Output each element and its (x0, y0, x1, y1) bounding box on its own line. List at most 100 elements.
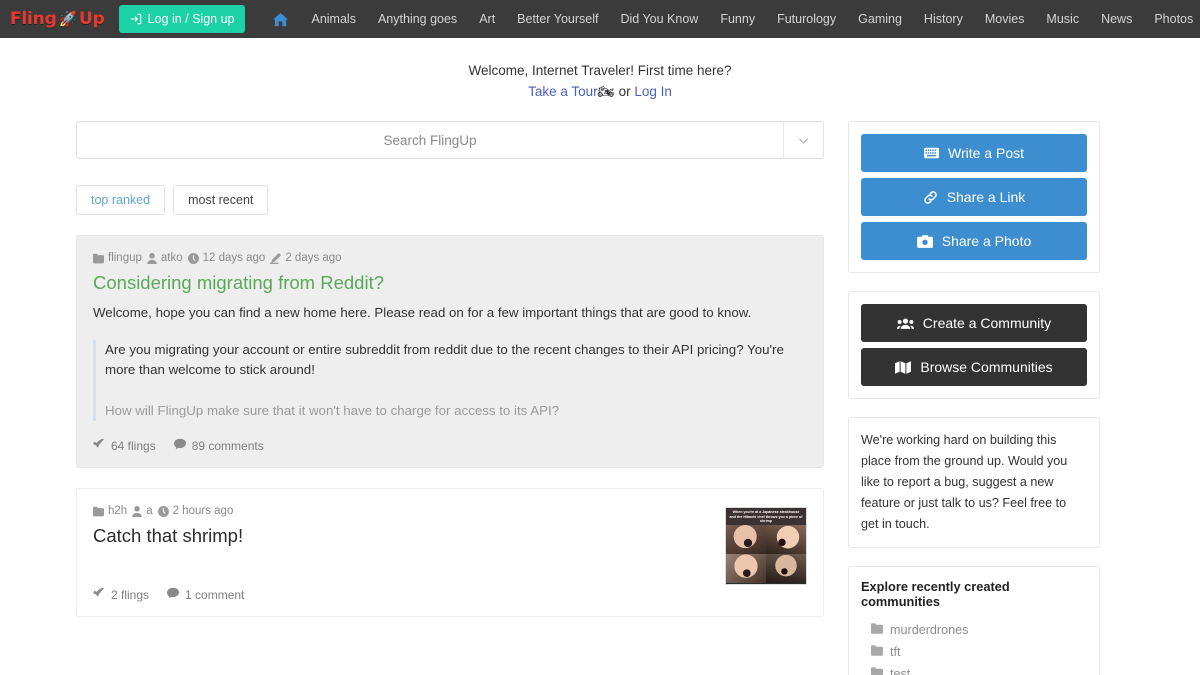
share-a-photo-label: Share a Photo (941, 233, 1032, 249)
browse-communities-button[interactable]: Browse Communities (861, 348, 1087, 386)
community-list-item[interactable]: test (861, 663, 1087, 675)
community-actions-card: Create a Community Browse Communities (848, 291, 1100, 399)
post-flings-label: 64 flings (111, 438, 156, 453)
post-community-label: h2h (108, 505, 128, 517)
post-community[interactable]: flingup (93, 252, 142, 264)
nav-link-anything-goes[interactable]: Anything goes (367, 2, 468, 36)
post-title[interactable]: Catch that shrimp! (93, 525, 807, 547)
community-list-item[interactable]: murderdrones (861, 619, 1087, 641)
welcome-actions: Take a Tour🏍 or Log In (0, 81, 1200, 102)
post-posted-time: 12 days ago (187, 252, 266, 264)
fling-rocket-icon (93, 587, 105, 602)
post-stats: 2 flings 1 comment (93, 587, 807, 602)
rocket-icon: 🚀 (58, 10, 78, 28)
folder-icon (871, 623, 883, 637)
community-list-item[interactable]: tft (861, 641, 1087, 663)
edit-icon (270, 252, 282, 264)
comment-icon (167, 587, 180, 602)
sidebar: Write a Post Share a Link Share a Photo (848, 121, 1100, 675)
home-icon[interactable] (261, 12, 300, 27)
post-title[interactable]: Considering migrating from Reddit? (93, 272, 807, 294)
keyboard-icon (924, 147, 939, 159)
users-icon (896, 317, 914, 330)
post-author[interactable]: a (132, 505, 153, 517)
post-flings-count[interactable]: 2 flings (93, 587, 149, 602)
welcome-login-link[interactable]: Log In (634, 84, 672, 99)
search-input[interactable] (77, 122, 783, 158)
sort-tabs: top ranked most recent (76, 185, 824, 215)
about-blurb: We're working hard on building this plac… (861, 433, 1068, 531)
chevron-down-icon[interactable] (783, 122, 823, 158)
thumbnail-quadrant (766, 524, 806, 554)
write-a-post-label: Write a Post (948, 145, 1024, 161)
post-author[interactable]: atko (147, 252, 183, 264)
nav-link-funny[interactable]: Funny (709, 2, 766, 36)
nav-link-did-you-know[interactable]: Did You Know (609, 2, 709, 36)
thumbnail-image (726, 524, 806, 583)
post-comments-count[interactable]: 1 comment (167, 587, 244, 602)
clock-icon (187, 252, 199, 264)
tab-top-ranked[interactable]: top ranked (76, 185, 166, 215)
post-community[interactable]: h2h (93, 505, 127, 517)
community-name: test (890, 667, 911, 675)
page-body: Welcome, Internet Traveler! First time h… (0, 38, 1200, 675)
nav-link-futurology[interactable]: Futurology (766, 2, 847, 36)
post-community-label: flingup (108, 252, 142, 264)
nav-link-news[interactable]: News (1090, 2, 1143, 36)
thumbnail-quadrant (726, 553, 766, 583)
nav-link-music[interactable]: Music (1035, 2, 1090, 36)
folder-icon (871, 645, 883, 659)
post-posted-time: 2 hours ago (157, 505, 234, 517)
motorcycle-icon: 🏍 (597, 84, 615, 99)
nav-link-history[interactable]: History (913, 2, 974, 36)
write-a-post-button[interactable]: Write a Post (861, 134, 1087, 172)
site-logo[interactable]: Fling 🚀 Up (10, 9, 105, 29)
post-posted-label: 2 hours ago (172, 505, 234, 517)
post-flings-label: 2 flings (111, 587, 150, 602)
take-a-tour-link[interactable]: Take a Tour (528, 84, 598, 99)
post-body: Welcome, hope you can find a new home he… (93, 305, 752, 320)
post-item: flingup atko 12 days ago 2 days ago Cons… (76, 235, 824, 468)
welcome-banner: Welcome, Internet Traveler! First time h… (0, 60, 1200, 102)
post-comments-label: 1 comment (185, 587, 245, 602)
nav-link-gaming[interactable]: Gaming (847, 2, 913, 36)
logo-text-part1: Fling (10, 9, 57, 29)
about-card: We're working hard on building this plac… (848, 417, 1100, 548)
user-icon (132, 505, 142, 517)
post-meta: h2h a 2 hours ago (93, 505, 807, 517)
post-edited-label: 2 days ago (285, 252, 342, 264)
community-name: murderdrones (890, 623, 969, 637)
comment-icon (173, 438, 186, 453)
post-meta: flingup atko 12 days ago 2 days ago (93, 252, 807, 264)
post-item: h2h a 2 hours ago Catch that shrimp! Whe… (76, 488, 824, 617)
nav-link-photos[interactable]: Photos (1143, 2, 1200, 36)
logo-text-part2: Up (79, 9, 105, 29)
login-signup-button[interactable]: Log in / Sign up (118, 5, 246, 33)
post-author-label: atko (160, 252, 183, 264)
create-actions-card: Write a Post Share a Link Share a Photo (848, 121, 1100, 273)
create-a-community-button[interactable]: Create a Community (861, 304, 1087, 342)
share-a-link-label: Share a Link (946, 189, 1026, 205)
nav-link-animals[interactable]: Animals (300, 2, 366, 36)
thumbnail-caption: When you're at a Japanese steakhouse and… (726, 508, 806, 525)
nav-link-art[interactable]: Art (468, 2, 506, 36)
post-author-label: a (146, 505, 153, 517)
explore-title: Explore recently created communities (861, 579, 1010, 609)
login-signup-label: Log in / Sign up (147, 12, 235, 26)
map-icon (895, 360, 912, 374)
tab-most-recent[interactable]: most recent (173, 185, 269, 215)
post-comments-label: 89 comments (191, 438, 264, 453)
folder-icon (871, 667, 883, 675)
post-comments-count[interactable]: 89 comments (173, 438, 264, 453)
blockquote-followup: How will FlingUp make sure that it won't… (105, 403, 560, 418)
post-flings-count[interactable]: 64 flings (93, 438, 156, 453)
fling-rocket-icon (93, 438, 105, 453)
sign-in-icon (130, 13, 142, 25)
share-a-photo-button[interactable]: Share a Photo (861, 222, 1087, 260)
share-a-link-button[interactable]: Share a Link (861, 178, 1087, 216)
post-posted-label: 12 days ago (202, 252, 266, 264)
nav-link-better-yourself[interactable]: Better Yourself (506, 2, 609, 36)
explore-communities-card: Explore recently created communities mur… (848, 566, 1100, 675)
post-thumbnail[interactable]: When you're at a Japanese steakhouse and… (725, 507, 807, 585)
nav-link-movies[interactable]: Movies (974, 2, 1036, 36)
